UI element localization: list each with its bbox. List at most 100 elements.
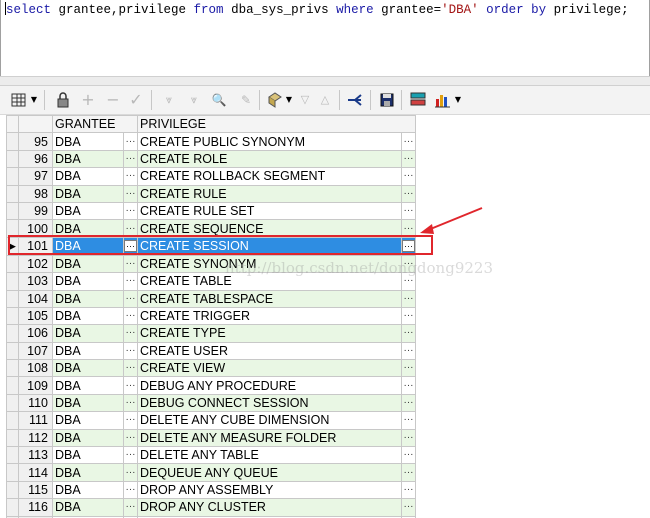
grantee-ellipsis-button[interactable]: ··· — [123, 149, 138, 169]
grantee-cell[interactable]: DBA — [52, 272, 124, 291]
next-record-icon[interactable]: △ — [316, 91, 334, 109]
table-row[interactable]: 112 DBA ··· DELETE ANY MEASURE FOLDER ··· — [6, 428, 416, 448]
privilege-cell[interactable]: DROP ANY ASSEMBLY — [137, 480, 402, 500]
table-row[interactable]: 109 DBA ··· DEBUG ANY PROCEDURE ··· — [6, 376, 416, 395]
privilege-cell[interactable]: CREATE TRIGGER — [137, 306, 402, 326]
result-grid[interactable]: GRANTEE PRIVILEGE 95 DBA ··· CREATE PUBLIC … — [6, 115, 420, 518]
table-row[interactable]: 97 DBA ··· CREATE ROLLBACK SEGMENT ··· — [6, 167, 416, 186]
grantee-ellipsis-button[interactable]: ··· — [123, 411, 138, 430]
table-row[interactable]: 95 DBA ··· CREATE PUBLIC SYNONYM ··· — [6, 132, 416, 151]
privilege-ellipsis-button[interactable]: ··· — [401, 446, 416, 465]
grid-options-dropdown-icon[interactable]: ▼ — [29, 91, 39, 109]
grantee-ellipsis-button[interactable]: ··· — [123, 272, 138, 291]
privilege-ellipsis-button[interactable]: ··· — [401, 376, 416, 395]
row-indicator[interactable] — [6, 254, 19, 274]
row-indicator[interactable] — [6, 428, 19, 448]
table-row[interactable]: 110 DBA ··· DEBUG CONNECT SESSION ··· — [6, 393, 416, 413]
row-indicator[interactable] — [6, 480, 19, 500]
grantee-cell[interactable]: DBA — [52, 463, 124, 482]
privilege-cell[interactable]: CREATE TABLESPACE — [137, 289, 402, 308]
privilege-ellipsis-button[interactable]: ··· — [401, 254, 416, 274]
lock-icon[interactable] — [54, 91, 72, 109]
grantee-cell[interactable]: DBA — [52, 359, 124, 378]
grantee-cell[interactable]: DBA — [52, 167, 124, 186]
privilege-cell[interactable]: CREATE TYPE — [137, 324, 402, 343]
privilege-cell[interactable]: CREATE VIEW — [137, 359, 402, 378]
row-indicator[interactable] — [6, 376, 19, 395]
privilege-cell[interactable]: DELETE ANY CUBE DIMENSION — [137, 411, 402, 430]
grantee-ellipsis-button[interactable]: ··· — [123, 201, 138, 221]
grantee-ellipsis-button[interactable]: ··· — [123, 393, 138, 413]
find-icon[interactable]: 🔍 — [210, 91, 228, 109]
grantee-ellipsis-button[interactable]: ··· — [123, 463, 138, 482]
grantee-ellipsis-button[interactable]: ··· — [123, 446, 138, 465]
grantee-cell[interactable]: DBA — [52, 498, 124, 517]
grantee-cell[interactable]: DBA — [52, 201, 124, 221]
grantee-ellipsis-button[interactable]: ··· — [123, 184, 138, 203]
table-row[interactable]: 108 DBA ··· CREATE VIEW ··· — [6, 359, 416, 378]
privilege-ellipsis-button[interactable]: ··· — [401, 167, 416, 186]
export-icon[interactable] — [346, 91, 364, 109]
chart-icon[interactable] — [434, 91, 452, 109]
grantee-cell[interactable]: DBA — [52, 341, 124, 361]
privilege-ellipsis-button[interactable]: ··· — [401, 272, 416, 291]
query-dropdown-icon[interactable]: ▼ — [284, 91, 294, 109]
table-row[interactable]: 96 DBA ··· CREATE ROLE ··· — [6, 149, 416, 169]
last-page-icon[interactable]: ⩔ — [185, 91, 203, 109]
grantee-cell[interactable]: DBA — [52, 184, 124, 203]
privilege-ellipsis-button[interactable]: ··· — [401, 306, 416, 326]
table-row[interactable]: 111 DBA ··· DELETE ANY CUBE DIMENSION ··· — [6, 411, 416, 430]
grantee-cell[interactable]: DBA — [52, 393, 124, 413]
grantee-ellipsis-button[interactable]: ··· — [123, 428, 138, 448]
table-row[interactable]: 114 DBA ··· DEQUEUE ANY QUEUE ··· — [6, 463, 416, 482]
row-indicator[interactable] — [6, 498, 19, 517]
privilege-cell[interactable]: CREATE RULE SET — [137, 201, 402, 221]
record-view-icon[interactable] — [409, 91, 427, 109]
row-indicator[interactable] — [6, 359, 19, 378]
grantee-ellipsis-button[interactable]: ··· — [123, 480, 138, 500]
column-header-grantee[interactable]: GRANTEE — [52, 115, 138, 134]
grantee-ellipsis-button[interactable]: ··· — [123, 254, 138, 274]
save-icon[interactable] — [378, 91, 396, 109]
row-indicator[interactable] — [6, 393, 19, 413]
insert-record-icon[interactable]: + — [79, 91, 97, 109]
table-row[interactable]: 107 DBA ··· CREATE USER ··· — [6, 341, 416, 361]
grantee-ellipsis-button[interactable]: ··· — [123, 306, 138, 326]
editor-horizontal-scrollbar[interactable] — [0, 76, 650, 86]
privilege-cell[interactable]: CREATE SYNONYM — [137, 254, 402, 274]
row-indicator[interactable] — [6, 184, 19, 203]
table-row[interactable]: 105 DBA ··· CREATE TRIGGER ··· — [6, 306, 416, 326]
grantee-cell[interactable]: DBA — [52, 306, 124, 326]
privilege-ellipsis-button[interactable]: ··· — [401, 498, 416, 517]
grantee-cell[interactable]: DBA — [52, 149, 124, 169]
next-page-icon[interactable]: ⩔ — [160, 91, 178, 109]
privilege-cell[interactable]: CREATE USER — [137, 341, 402, 361]
previous-record-icon[interactable]: ▽ — [296, 91, 314, 109]
grantee-cell[interactable]: DBA — [52, 376, 124, 395]
privilege-ellipsis-button[interactable]: ··· — [401, 480, 416, 500]
query-by-example-icon[interactable] — [266, 91, 284, 109]
row-indicator[interactable] — [6, 324, 19, 343]
grantee-cell[interactable]: DBA — [52, 132, 124, 151]
privilege-ellipsis-button[interactable]: ··· — [401, 359, 416, 378]
clear-icon[interactable]: ✎ — [237, 91, 255, 109]
delete-record-icon[interactable]: − — [104, 91, 122, 109]
privilege-ellipsis-button[interactable]: ··· — [401, 341, 416, 361]
privilege-ellipsis-button[interactable]: ··· — [401, 149, 416, 169]
row-indicator[interactable] — [6, 201, 19, 221]
row-indicator[interactable] — [6, 341, 19, 361]
privilege-cell[interactable]: CREATE ROLLBACK SEGMENT — [137, 167, 402, 186]
row-indicator[interactable] — [6, 132, 19, 151]
privilege-cell[interactable]: DROP ANY CLUSTER — [137, 498, 402, 517]
chart-dropdown-icon[interactable]: ▼ — [453, 91, 463, 109]
grantee-cell[interactable]: DBA — [52, 289, 124, 308]
row-indicator[interactable] — [6, 306, 19, 326]
privilege-cell[interactable]: DEQUEUE ANY QUEUE — [137, 463, 402, 482]
table-row[interactable]: 98 DBA ··· CREATE RULE ··· — [6, 184, 416, 203]
column-header-privilege[interactable]: PRIVILEGE — [137, 115, 416, 134]
privilege-cell[interactable]: DEBUG CONNECT SESSION — [137, 393, 402, 413]
privilege-cell[interactable]: DELETE ANY TABLE — [137, 446, 402, 465]
grantee-cell[interactable]: DBA — [52, 446, 124, 465]
grantee-ellipsis-button[interactable]: ··· — [123, 359, 138, 378]
grantee-cell[interactable]: DBA — [52, 411, 124, 430]
